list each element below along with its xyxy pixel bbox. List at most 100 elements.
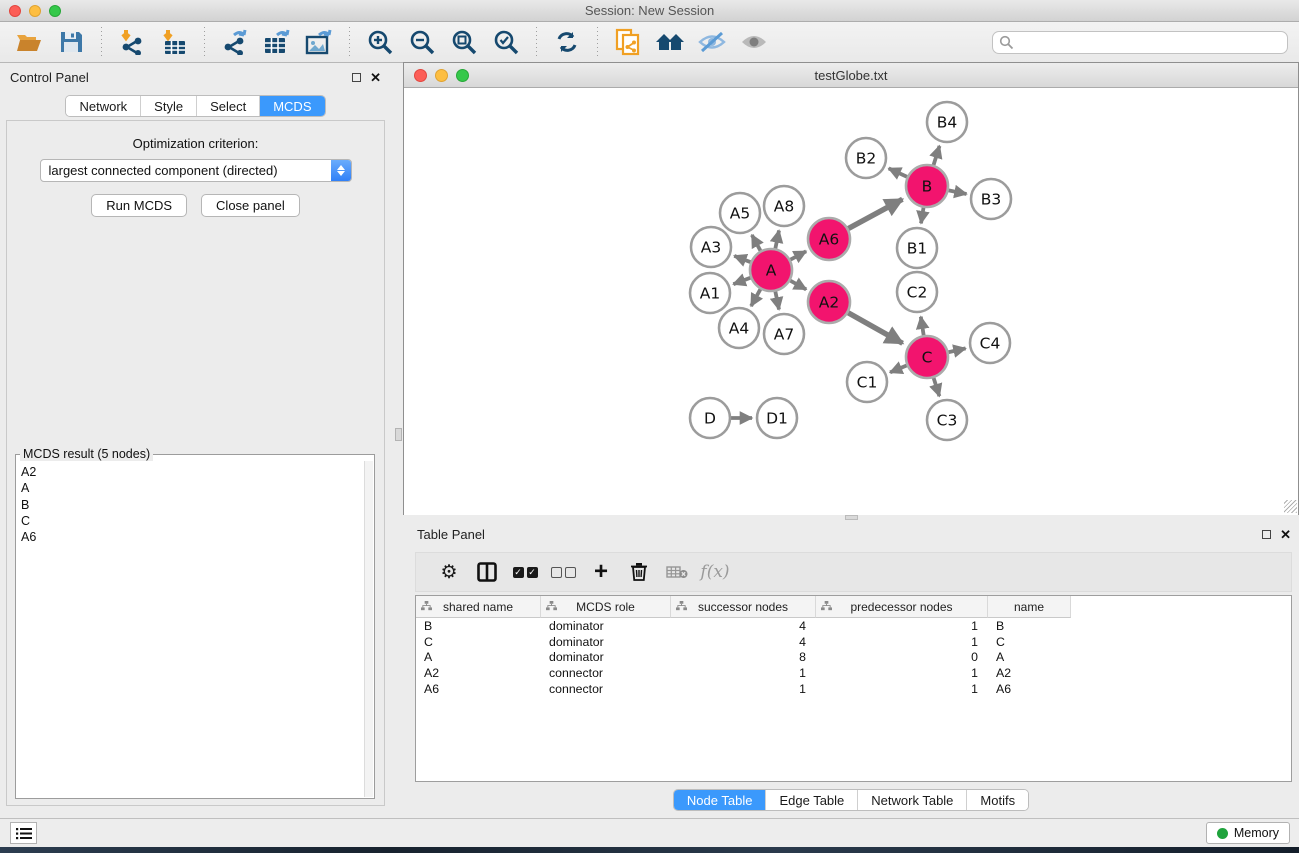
table-cell[interactable]: 1 [671, 681, 816, 697]
memory-button[interactable]: Memory [1206, 822, 1290, 844]
search-input[interactable] [992, 31, 1288, 54]
node-label-B: B [922, 178, 933, 196]
run-mcds-button[interactable]: Run MCDS [91, 194, 187, 217]
hide-graphics-details-icon[interactable] [694, 25, 730, 59]
result-item[interactable]: A6 [21, 529, 373, 545]
table-row[interactable]: A6connector11A6 [416, 681, 1291, 697]
memory-label: Memory [1234, 826, 1279, 840]
table-cell[interactable]: 1 [671, 665, 816, 681]
tab-network-table[interactable]: Network Table [858, 790, 967, 810]
add-column-icon[interactable]: + [582, 557, 620, 587]
float-table-panel-icon[interactable] [1262, 530, 1271, 539]
table-cell[interactable]: A [988, 650, 1071, 666]
split-divider-handle[interactable] [395, 428, 402, 441]
tab-select[interactable]: Select [197, 96, 260, 116]
network-canvas[interactable]: B4B2BB3A8A5A6A3B1AA1C2A2A4A7C4CC1C3DD1 [404, 89, 1298, 515]
table-cell[interactable]: dominator [541, 618, 671, 634]
delete-table-icon[interactable] [658, 557, 696, 587]
float-panel-icon[interactable] [352, 73, 361, 82]
close-table-panel-icon[interactable]: ✕ [1280, 530, 1291, 539]
tab-node-table[interactable]: Node Table [674, 790, 767, 810]
table-cell[interactable]: dominator [541, 634, 671, 650]
tab-network[interactable]: Network [66, 96, 141, 116]
table-cell[interactable]: A [416, 650, 541, 666]
table-cell[interactable]: B [416, 618, 541, 634]
import-network-icon[interactable] [114, 25, 150, 59]
resize-grip-icon[interactable] [1284, 500, 1297, 513]
table-cell[interactable]: 1 [816, 618, 988, 634]
table-cell[interactable]: A2 [988, 665, 1071, 681]
tab-style[interactable]: Style [141, 96, 197, 116]
table-cell[interactable]: 0 [816, 650, 988, 666]
export-table-icon[interactable] [259, 25, 295, 59]
select-all-checkboxes-icon[interactable]: ✓✓ [506, 557, 544, 587]
tab-mcds[interactable]: MCDS [260, 96, 324, 116]
table-cell[interactable]: 1 [816, 634, 988, 650]
table-cell[interactable]: 1 [816, 681, 988, 697]
criterion-select[interactable]: largest connected component (directed) [40, 159, 352, 182]
tab-motifs[interactable]: Motifs [967, 790, 1028, 810]
column-header-name[interactable]: name [988, 596, 1071, 618]
close-panel-icon[interactable]: ✕ [370, 73, 381, 82]
apply-layout-icon[interactable] [549, 25, 585, 59]
column-header-MCDS-role[interactable]: MCDS role [541, 596, 671, 618]
node-label-A1: A1 [700, 285, 720, 303]
table-cell[interactable]: 4 [671, 618, 816, 634]
task-history-button[interactable] [10, 822, 37, 844]
result-item[interactable]: C [21, 513, 373, 529]
show-columns-icon[interactable] [468, 557, 506, 587]
home-view-icon[interactable] [652, 25, 688, 59]
delete-column-icon[interactable] [620, 557, 658, 587]
zoom-in-icon[interactable] [362, 25, 398, 59]
deselect-all-checkboxes-icon[interactable] [544, 557, 582, 587]
node-label-B1: B1 [907, 240, 928, 258]
tab-edge-table[interactable]: Edge Table [766, 790, 858, 810]
table-cell[interactable]: dominator [541, 650, 671, 666]
close-panel-button[interactable]: Close panel [201, 194, 300, 217]
result-item[interactable]: A [21, 480, 373, 496]
open-session-icon[interactable] [11, 25, 47, 59]
table-row[interactable]: Cdominator41C [416, 634, 1291, 650]
search-box [992, 31, 1288, 54]
column-header-label: successor nodes [698, 600, 788, 614]
table-cell[interactable]: 4 [671, 634, 816, 650]
table-cell[interactable]: 8 [671, 650, 816, 666]
show-graphics-details-icon[interactable] [736, 25, 772, 59]
save-session-icon[interactable] [53, 25, 89, 59]
mcds-result-list[interactable]: A2ABCA6 [17, 461, 373, 797]
import-table-icon[interactable] [156, 25, 192, 59]
table-cell[interactable]: connector [541, 681, 671, 697]
result-item[interactable]: A2 [21, 464, 373, 480]
function-builder-icon[interactable]: f(x) [696, 557, 734, 587]
table-cell[interactable]: B [988, 618, 1071, 634]
node-label-A4: A4 [729, 320, 749, 338]
table-cell[interactable]: connector [541, 665, 671, 681]
zoom-selected-icon[interactable] [488, 25, 524, 59]
table-panel-title: Table Panel [417, 527, 485, 542]
result-item[interactable]: B [21, 497, 373, 513]
export-network-icon[interactable] [217, 25, 253, 59]
column-header-successor-nodes[interactable]: successor nodes [671, 596, 816, 618]
table-cell[interactable]: A6 [988, 681, 1071, 697]
table-row[interactable]: A2connector11A2 [416, 665, 1291, 681]
table-row[interactable]: Adominator80A [416, 650, 1291, 666]
table-cell[interactable]: C [416, 634, 541, 650]
table-row[interactable]: Bdominator41B [416, 618, 1291, 634]
column-header-shared-name[interactable]: shared name [416, 596, 541, 618]
node-table[interactable]: shared nameMCDS role successor nodes prede… [415, 595, 1292, 782]
zoom-out-icon[interactable] [404, 25, 440, 59]
zoom-fit-icon[interactable] [446, 25, 482, 59]
export-image-icon[interactable] [301, 25, 337, 59]
node-label-B3: B3 [981, 191, 1002, 209]
node-label-D1: D1 [766, 410, 788, 428]
new-network-icon[interactable] [610, 25, 646, 59]
criterion-select-value: largest connected component (directed) [41, 163, 331, 178]
table-options-icon[interactable]: ⚙ [430, 557, 468, 587]
column-header-predecessor-nodes[interactable]: predecessor nodes [816, 596, 988, 618]
table-cell[interactable]: A6 [416, 681, 541, 697]
result-scrollbar[interactable] [364, 461, 373, 797]
table-cell[interactable]: C [988, 634, 1071, 650]
table-cell[interactable]: 1 [816, 665, 988, 681]
control-panel: Control Panel ✕ NetworkStyleSelectMCDS O… [0, 63, 391, 813]
table-cell[interactable]: A2 [416, 665, 541, 681]
